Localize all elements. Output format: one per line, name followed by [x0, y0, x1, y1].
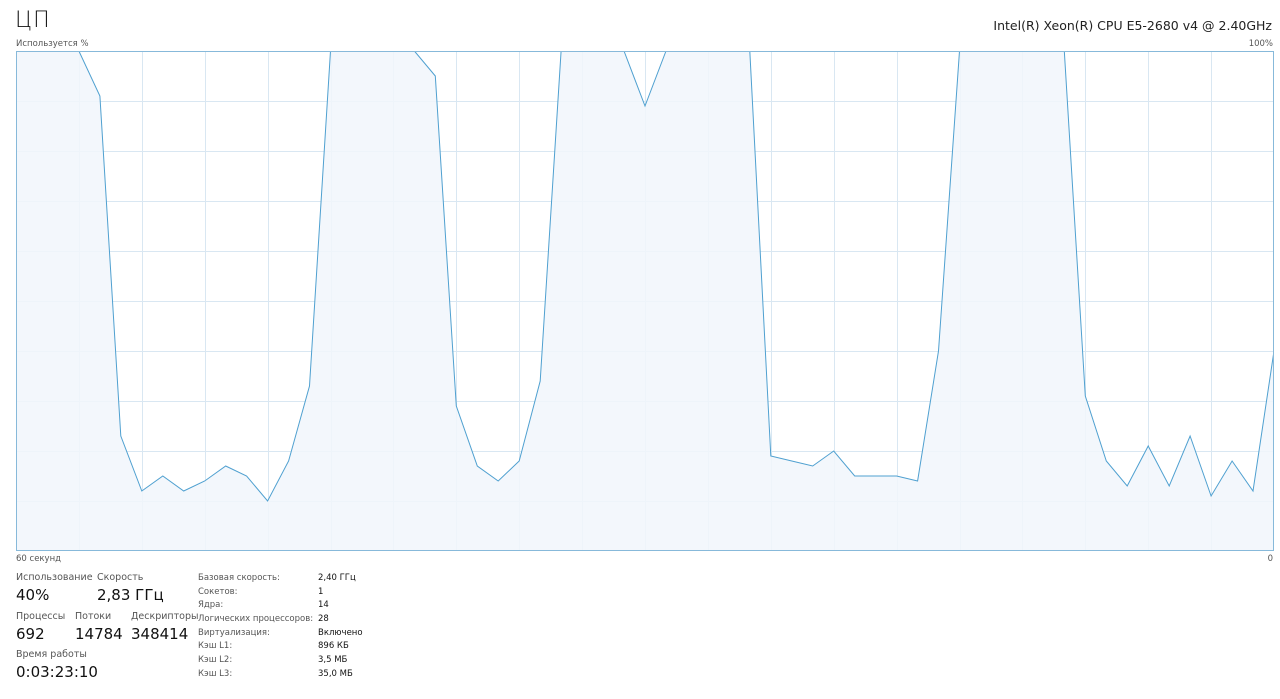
threads-label: Потоки [75, 611, 112, 622]
y-max-label: 100% [1248, 39, 1273, 49]
cpu-model-name: Intel(R) Xeon(R) CPU E5-2680 v4 @ 2.40GH… [993, 18, 1272, 33]
processes-label: Процессы [16, 611, 66, 622]
detail-value: 28 [318, 614, 329, 624]
detail-label: Кэш L1: [198, 641, 233, 651]
cpu-graph-svg [16, 51, 1274, 551]
detail-label: Кэш L2: [198, 655, 233, 665]
handles-label: Дескрипторы [131, 611, 199, 622]
utilization-value: 40% [16, 586, 50, 604]
detail-label: Базовая скорость: [198, 573, 280, 583]
page-title: ЦП [15, 8, 51, 33]
cpu-usage-graph [16, 51, 1274, 551]
detail-label: Виртуализация: [198, 628, 270, 638]
x-right-label: 0 [1267, 554, 1273, 564]
speed-label: Скорость [97, 572, 144, 583]
detail-value: Включено [318, 628, 363, 638]
utilization-label: Использование [16, 572, 93, 583]
uptime-label: Время работы [16, 649, 87, 660]
detail-value: 14 [318, 600, 329, 610]
handles-value: 348414 [131, 625, 189, 643]
detail-value: 896 КБ [318, 641, 349, 651]
y-axis-label: Используется % [16, 39, 89, 49]
detail-label: Ядра: [198, 600, 224, 610]
threads-value: 14784 [75, 625, 123, 643]
detail-value: 3,5 МБ [318, 655, 348, 665]
detail-value: 2,40 ГГц [318, 573, 356, 583]
uptime-value: 0:03:23:10 [16, 663, 98, 681]
speed-value: 2,83 ГГц [97, 586, 164, 604]
detail-label: Кэш L3: [198, 669, 233, 679]
detail-value: 35,0 МБ [318, 669, 353, 679]
cpu-performance-page: ЦП Intel(R) Xeon(R) CPU E5-2680 v4 @ 2.4… [0, 0, 1280, 699]
detail-label: Сокетов: [198, 587, 238, 597]
processes-value: 692 [16, 625, 45, 643]
detail-value: 1 [318, 587, 324, 597]
detail-label: Логических процессоров: [198, 614, 314, 624]
x-left-label: 60 секунд [16, 554, 62, 564]
